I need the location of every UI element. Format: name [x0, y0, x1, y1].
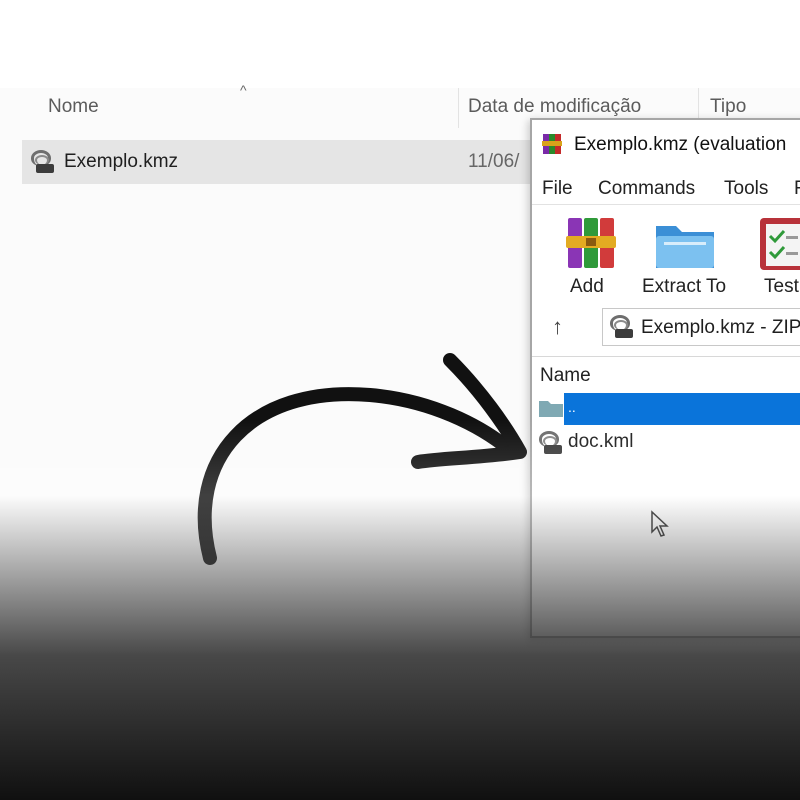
- item-name: ..: [568, 399, 576, 415]
- kmz-file-icon: [538, 430, 564, 456]
- extract-to-button[interactable]: Extract To: [638, 214, 734, 304]
- column-header-date[interactable]: Data de modificação: [468, 96, 641, 118]
- list-header[interactable]: Name: [532, 356, 800, 395]
- window-title: Exemplo.kmz (evaluation: [574, 134, 787, 155]
- winrar-window: Exemplo.kmz (evaluation File Commands To…: [530, 118, 800, 638]
- menu-commands[interactable]: Commands: [598, 178, 695, 200]
- menu-divider: [532, 204, 800, 205]
- test-label: Test: [764, 276, 799, 297]
- menu-favorites[interactable]: F: [794, 178, 800, 200]
- add-label: Add: [570, 276, 604, 297]
- kmz-file-icon: [30, 149, 56, 175]
- file-name: Exemplo.kmz: [64, 151, 179, 172]
- file-row-exemplo-kmz[interactable]: Exemplo.kmz 11/06/: [22, 140, 552, 184]
- folder-icon: [538, 398, 564, 418]
- mouse-cursor-icon: [650, 510, 670, 543]
- curved-arrow-icon: [197, 353, 527, 565]
- list-item-doc-kml[interactable]: doc.kml: [568, 431, 633, 453]
- menu-file[interactable]: File: [542, 178, 573, 200]
- add-archive-icon: [564, 214, 620, 277]
- column-header-type[interactable]: Tipo: [710, 96, 746, 118]
- path-bar[interactable]: Exemplo.kmz - ZIP: [602, 308, 800, 346]
- file-date: 11/06/: [468, 151, 520, 172]
- menu-tools[interactable]: Tools: [724, 178, 768, 200]
- extract-folder-icon: [654, 216, 716, 277]
- winrar-icon: [542, 132, 564, 156]
- list-item-parent-folder[interactable]: ..: [564, 393, 800, 425]
- kmz-file-icon: [609, 314, 635, 340]
- column-header-name[interactable]: Name: [540, 365, 591, 387]
- sort-chevron-icon: ^: [240, 82, 247, 98]
- test-button[interactable]: Test: [744, 214, 800, 304]
- test-clipboard-icon: [758, 214, 800, 277]
- extract-to-label: Extract To: [642, 276, 727, 297]
- up-arrow-icon[interactable]: ↑: [552, 314, 563, 340]
- add-button[interactable]: Add: [546, 214, 636, 304]
- column-separator[interactable]: [458, 88, 459, 128]
- path-text: Exemplo.kmz - ZIP: [641, 317, 800, 338]
- column-header-name[interactable]: Nome: [48, 96, 99, 118]
